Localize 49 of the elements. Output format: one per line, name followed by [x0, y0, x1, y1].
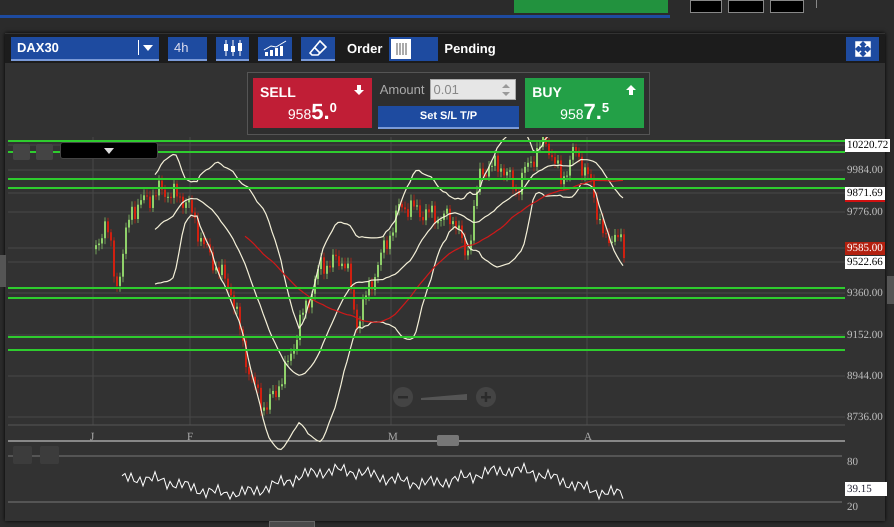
spinner-icon[interactable]	[500, 83, 511, 97]
fullscreen-icon	[854, 40, 870, 56]
banner-button[interactable]	[514, 0, 668, 13]
zoom-wedge-icon	[421, 394, 467, 401]
candlestick-button[interactable]	[216, 36, 249, 60]
toggle-knob-icon	[391, 38, 412, 58]
right-handle[interactable]	[887, 276, 894, 304]
price-axis-label: 9360.00	[846, 287, 884, 300]
indicator-button[interactable]	[258, 36, 292, 60]
time-axis-label: A	[584, 430, 592, 445]
panel-tab[interactable]	[269, 521, 315, 527]
down-arrow-icon	[354, 85, 364, 95]
price-axis-label: 9585.00	[845, 242, 885, 255]
price-axis-label: 9776.00	[846, 206, 884, 219]
bar-chart-icon	[263, 40, 287, 56]
oscillator-axis-label: 80	[846, 455, 859, 469]
candlestick-icon	[222, 40, 242, 56]
price-axis-label: 8944.00	[846, 370, 884, 383]
oscillator-axis-label: 20	[846, 500, 859, 514]
splitter-handle[interactable]	[437, 435, 459, 446]
time-axis-label: M	[388, 430, 398, 445]
amount-label: Amount	[380, 80, 425, 99]
zoom-in-icon[interactable]	[476, 387, 496, 407]
eraser-icon	[309, 40, 327, 56]
eraser-button[interactable]	[301, 36, 335, 60]
symbol-dropdown[interactable]: DAX30	[11, 36, 159, 60]
time-axis-label: F	[187, 430, 194, 445]
up-arrow-icon	[626, 85, 636, 95]
price-axis-label: 9522.66	[845, 256, 885, 269]
chart-dropdown[interactable]	[60, 142, 158, 159]
price-axis-label: 9152.00	[846, 329, 884, 342]
sell-button[interactable]: SELL 9585.$^{0}$	[253, 78, 372, 128]
oscillator-axis-label: 39.15	[845, 482, 887, 496]
caret-icon	[143, 44, 153, 50]
price-axis-label: 9984.00	[846, 164, 884, 177]
price-axis-label: 8736.00	[846, 411, 884, 424]
order-label: Order	[347, 40, 382, 58]
pending-label: Pending	[444, 40, 496, 58]
buy-button[interactable]: BUY 9587.$^{5}$	[525, 78, 644, 128]
fullscreen-button[interactable]	[846, 36, 879, 60]
timeframe-button[interactable]: 4h	[168, 36, 207, 60]
set-sl-tp-button[interactable]: Set S/L T/P	[378, 106, 520, 129]
zoom-out-icon[interactable]	[393, 387, 413, 407]
price-axis-label: 10220.72	[845, 139, 890, 152]
left-handle[interactable]	[0, 255, 6, 287]
time-axis-label: J	[90, 430, 94, 445]
caret-icon	[104, 148, 114, 154]
order-toggle[interactable]	[389, 36, 438, 60]
price-axis-label: 9871.69	[845, 187, 885, 202]
